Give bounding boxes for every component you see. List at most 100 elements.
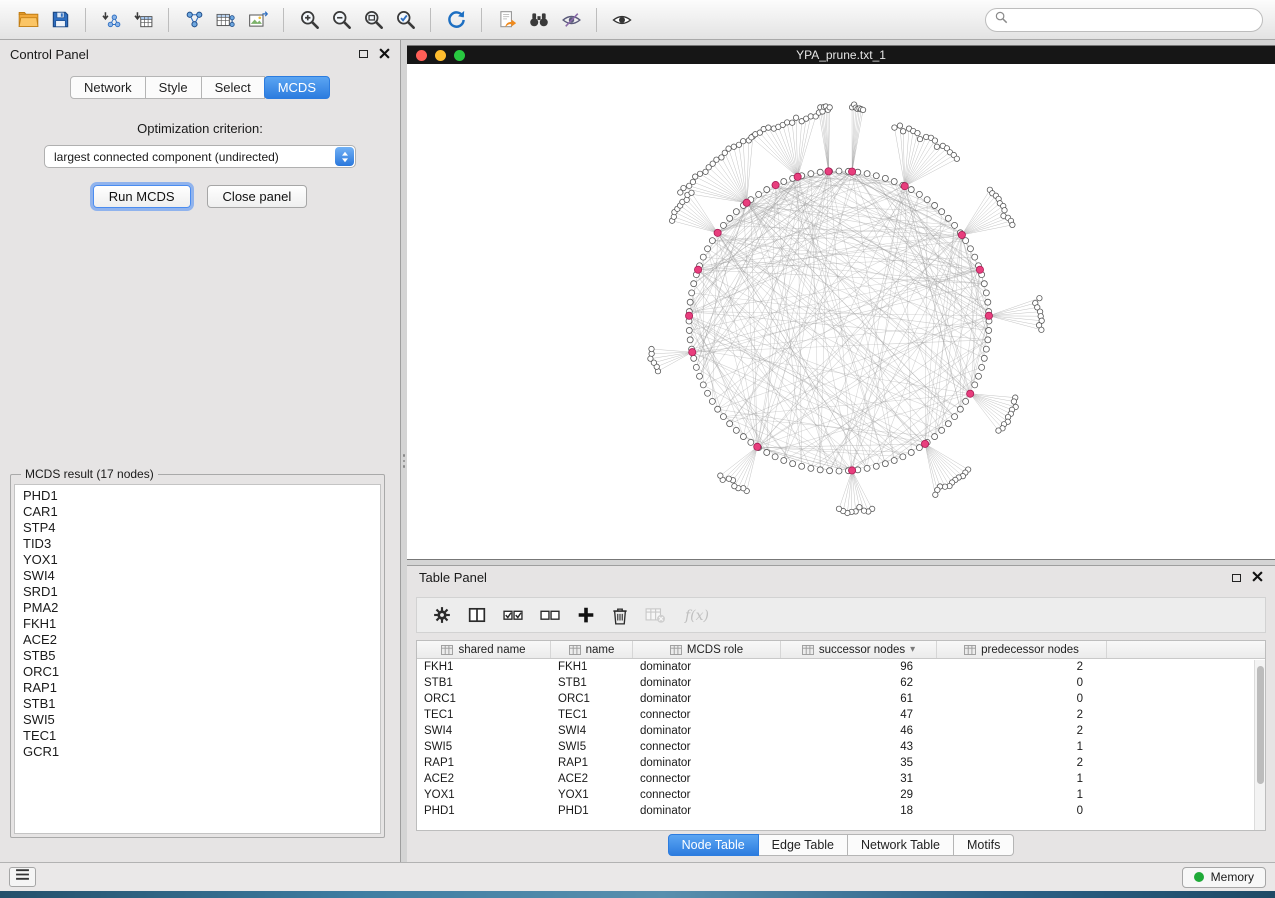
table-cell[interactable]: YOX1 <box>417 787 551 803</box>
table-cell[interactable]: STB1 <box>551 675 633 691</box>
table-cell[interactable]: FKH1 <box>551 659 633 675</box>
column-header-successor-nodes[interactable]: successor nodes▾ <box>781 641 937 658</box>
find-button[interactable] <box>523 5 555 35</box>
tab-motifs[interactable]: Motifs <box>954 834 1014 856</box>
close-panel-icon[interactable] <box>379 47 390 62</box>
table-cell[interactable]: 2 <box>937 707 1107 723</box>
table-cell[interactable]: SWI5 <box>551 739 633 755</box>
table-cell[interactable]: PHD1 <box>551 803 633 819</box>
table-cell[interactable]: 2 <box>937 755 1107 771</box>
import-network-button[interactable] <box>95 5 127 35</box>
table-cell[interactable]: ORC1 <box>417 691 551 707</box>
table-cell[interactable]: 1 <box>937 771 1107 787</box>
share-document-button[interactable] <box>491 5 523 35</box>
table-cell[interactable]: YOX1 <box>551 787 633 803</box>
table-row[interactable]: FKH1FKH1dominator962 <box>417 659 1265 675</box>
table-cell[interactable]: 61 <box>781 691 937 707</box>
table-cell[interactable]: dominator <box>633 675 781 691</box>
table-cell[interactable]: connector <box>633 787 781 803</box>
table-cell[interactable]: connector <box>633 771 781 787</box>
table-cell[interactable]: connector <box>633 707 781 723</box>
sort-chevron-icon[interactable]: ▾ <box>910 644 915 655</box>
table-cell[interactable]: dominator <box>633 659 781 675</box>
list-item[interactable]: ORC1 <box>23 664 372 680</box>
add-row-button[interactable] <box>577 606 595 624</box>
table-row[interactable]: YOX1YOX1connector291 <box>417 787 1265 803</box>
hide-button[interactable] <box>555 5 587 35</box>
search-input[interactable] <box>1014 13 1253 27</box>
table-cell[interactable]: ORC1 <box>551 691 633 707</box>
table-cell[interactable]: 2 <box>937 723 1107 739</box>
table-row[interactable]: ORC1ORC1dominator610 <box>417 691 1265 707</box>
table-row[interactable]: RAP1RAP1dominator352 <box>417 755 1265 771</box>
table-cell[interactable]: RAP1 <box>417 755 551 771</box>
table-cell[interactable]: TEC1 <box>417 707 551 723</box>
table-cell[interactable]: 29 <box>781 787 937 803</box>
table-cell[interactable]: 47 <box>781 707 937 723</box>
save-session-button[interactable] <box>44 5 76 35</box>
list-item[interactable]: TEC1 <box>23 728 372 744</box>
table-cell[interactable]: SWI5 <box>417 739 551 755</box>
table-cell[interactable]: 18 <box>781 803 937 819</box>
mcds-result-list[interactable]: PHD1CAR1STP4TID3YOX1SWI4SRD1PMA2FKH1ACE2… <box>14 484 381 834</box>
tab-select[interactable]: Select <box>202 76 265 99</box>
list-item[interactable]: TID3 <box>23 536 372 552</box>
table-row[interactable]: PHD1PHD1dominator180 <box>417 803 1265 819</box>
open-file-button[interactable] <box>12 5 44 35</box>
memory-button[interactable]: Memory <box>1182 867 1266 888</box>
network-canvas[interactable] <box>407 64 1275 559</box>
table-cell[interactable]: FKH1 <box>417 659 551 675</box>
select-all-button[interactable] <box>503 607 523 624</box>
close-panel-button[interactable]: Close panel <box>207 185 308 208</box>
tab-mcds[interactable]: MCDS <box>264 76 330 99</box>
float-table-panel-icon[interactable] <box>1232 574 1241 582</box>
list-item[interactable]: SRD1 <box>23 584 372 600</box>
table-cell[interactable]: dominator <box>633 755 781 771</box>
list-item[interactable]: PMA2 <box>23 600 372 616</box>
table-row[interactable]: SWI4SWI4dominator462 <box>417 723 1265 739</box>
run-mcds-button[interactable]: Run MCDS <box>93 185 191 208</box>
panel-menu-button[interactable] <box>9 867 36 887</box>
network-table-button[interactable] <box>210 5 242 35</box>
table-row[interactable]: SWI5SWI5connector431 <box>417 739 1265 755</box>
refresh-layout-button[interactable] <box>440 5 472 35</box>
network-graph[interactable] <box>407 64 1273 559</box>
tab-network-table[interactable]: Network Table <box>848 834 954 856</box>
column-header-predecessor-nodes[interactable]: predecessor nodes <box>937 641 1107 658</box>
show-button[interactable] <box>606 5 638 35</box>
table-cell[interactable]: 31 <box>781 771 937 787</box>
table-cell[interactable]: 0 <box>937 691 1107 707</box>
zoom-in-button[interactable] <box>293 5 325 35</box>
close-window-icon[interactable] <box>416 50 427 61</box>
table-cell[interactable]: STB1 <box>417 675 551 691</box>
table-cell[interactable]: 46 <box>781 723 937 739</box>
table-cell[interactable]: 0 <box>937 803 1107 819</box>
zoom-selected-button[interactable] <box>389 5 421 35</box>
table-cell[interactable]: SWI4 <box>551 723 633 739</box>
new-network-button[interactable] <box>178 5 210 35</box>
list-item[interactable]: PHD1 <box>23 488 372 504</box>
list-item[interactable]: ACE2 <box>23 632 372 648</box>
table-cell[interactable]: 96 <box>781 659 937 675</box>
table-cell[interactable]: dominator <box>633 803 781 819</box>
table-cell[interactable]: PHD1 <box>417 803 551 819</box>
column-header-shared-name[interactable]: shared name <box>417 641 551 658</box>
tab-node-table[interactable]: Node Table <box>668 834 759 856</box>
import-table-button[interactable] <box>127 5 159 35</box>
list-item[interactable]: STP4 <box>23 520 372 536</box>
list-item[interactable]: STB5 <box>23 648 372 664</box>
show-columns-button[interactable] <box>468 606 486 624</box>
list-item[interactable]: SWI4 <box>23 568 372 584</box>
tab-style[interactable]: Style <box>146 76 202 99</box>
close-table-panel-icon[interactable] <box>1252 570 1263 585</box>
table-settings-button[interactable] <box>433 606 451 624</box>
export-image-button[interactable] <box>242 5 274 35</box>
delete-row-button[interactable] <box>612 606 628 625</box>
table-cell[interactable]: ACE2 <box>551 771 633 787</box>
list-item[interactable]: CAR1 <box>23 504 372 520</box>
float-panel-icon[interactable] <box>359 50 368 58</box>
table-cell[interactable]: connector <box>633 739 781 755</box>
table-cell[interactable]: 1 <box>937 787 1107 803</box>
list-item[interactable]: RAP1 <box>23 680 372 696</box>
list-item[interactable]: GCR1 <box>23 744 372 760</box>
